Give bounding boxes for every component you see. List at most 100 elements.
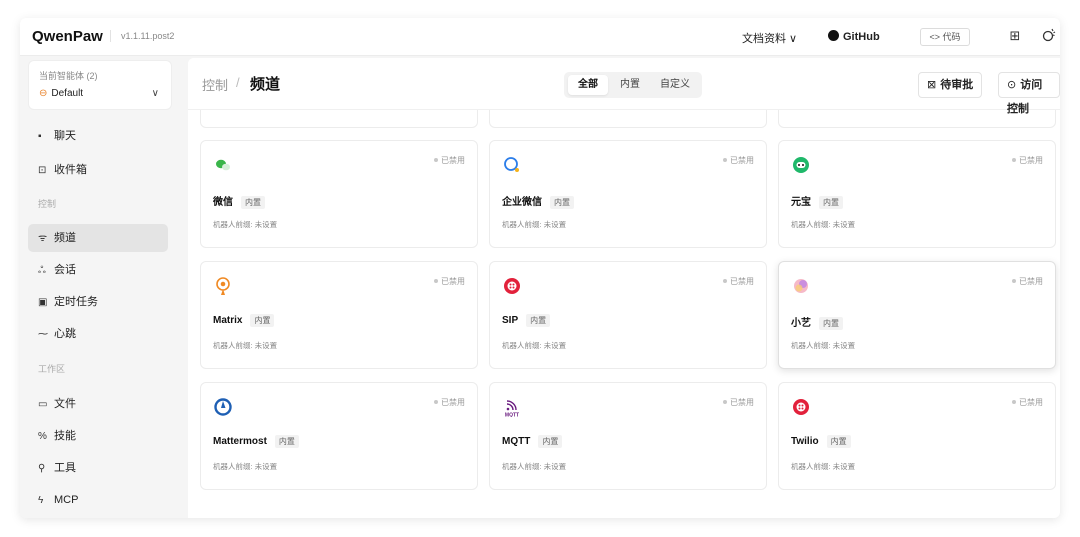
sidebar-item-label: 技能 — [54, 430, 76, 442]
sidebar-item-files[interactable]: ▭ 文件 — [28, 390, 168, 418]
status-dot — [434, 400, 438, 404]
builtin-tag: 内置 — [819, 317, 843, 330]
theme-toggle-icon[interactable] — [1040, 27, 1058, 45]
channel-name: 小艺 内置 — [791, 314, 843, 330]
wechat-icon — [213, 155, 233, 175]
status-badge: 已禁用 — [723, 155, 754, 166]
status-text: 已禁用 — [1019, 277, 1043, 286]
layout-toggle-icon[interactable]: ⊞ — [1006, 27, 1024, 45]
builtin-tag: 内置 — [526, 314, 551, 327]
sidebar-item-skills[interactable]: % 技能 — [28, 422, 168, 450]
sidebar-item-channels[interactable]: ᯤ 频道 — [28, 224, 168, 252]
code-button[interactable]: <> 代码 — [920, 28, 970, 46]
channel-name-text: 微信 — [213, 197, 233, 208]
channel-card[interactable]: 已禁用 Twilio 内置 机器人前缀: 未设置 — [778, 382, 1056, 490]
xiaoyi-icon — [791, 276, 811, 296]
mqtt-icon: MQTT — [502, 397, 522, 419]
channel-card[interactable]: MQTT 已禁用 MQTT 内置 机器人前缀: 未设置 — [489, 382, 767, 490]
tab-builtin[interactable]: 内置 — [610, 75, 650, 95]
builtin-tag: 内置 — [250, 314, 275, 327]
status-badge: 已禁用 — [434, 155, 465, 166]
sidebar-item-chat[interactable]: ▪ 聊天 — [28, 122, 168, 150]
builtin-tag: 内置 — [241, 196, 265, 209]
status-dot — [723, 400, 727, 404]
sidebar-item-label: 定时任务 — [54, 296, 98, 308]
status-badge: 已禁用 — [434, 276, 465, 287]
sidebar-group-control: 控制 — [38, 199, 57, 209]
sidebar-item-sessions[interactable]: ஃ 会话 — [28, 256, 168, 284]
clipboard-icon: ⊠ — [927, 79, 937, 91]
sidebar-group-workspace: 工作区 — [38, 364, 66, 374]
twilio-icon — [791, 397, 811, 417]
chat-icon: ▪ — [38, 131, 42, 142]
docs-menu[interactable]: 文档资料 ∨ — [742, 30, 797, 46]
pending-label: 待审批 — [940, 79, 974, 91]
channel-name-text: Mattermost — [213, 436, 267, 447]
channel-name-text: Matrix — [213, 315, 243, 326]
channel-name-text: Twilio — [791, 436, 819, 447]
status-dot — [723, 279, 727, 283]
sidebar-item-inbox[interactable]: ⊡ 收件箱 — [28, 156, 168, 184]
channel-card[interactable]: 已禁用 小艺 内置 机器人前缀: 未设置 — [778, 261, 1056, 369]
matrix-icon — [213, 276, 233, 296]
status-badge: 已禁用 — [1012, 155, 1043, 166]
builtin-tag: 内置 — [826, 435, 851, 448]
bot-prefix-text: 机器人前缀: 未设置 — [791, 220, 856, 229]
status-text: 已禁用 — [1019, 156, 1043, 165]
tab-all[interactable]: 全部 — [568, 75, 608, 95]
tab-custom[interactable]: 自定义 — [652, 75, 698, 95]
agent-selector[interactable]: 当前智能体 (2) ⊖ Default ∨ — [28, 60, 172, 110]
skills-icon: % — [38, 431, 47, 442]
breadcrumb-parent[interactable]: 控制 — [202, 75, 228, 94]
bot-prefix-text: 机器人前缀: 未设置 — [213, 220, 278, 229]
channel-card[interactable]: 已禁用 企业微信 内置 机器人前缀: 未设置 — [489, 140, 767, 248]
status-dot — [1012, 279, 1016, 283]
page-header: 控制 / 频道 全部 内置 自定义 ⊠ 待审批 ⊙ 访问控制 — [188, 58, 1060, 115]
status-dot — [723, 158, 727, 162]
access-control-button[interactable]: ⊙ 访问控制 — [998, 72, 1060, 115]
status-badge: 已禁用 — [1012, 397, 1043, 408]
channel-card[interactable]: 已禁用 元宝 内置 机器人前缀: 未设置 — [778, 140, 1056, 248]
bot-icon: ⊖ — [39, 88, 48, 99]
channel-card[interactable]: 已禁用 Matrix 内置机器人前缀: 未设置 — [200, 261, 478, 369]
status-dot — [434, 279, 438, 283]
app-window: QwenPaw v1.1.11.post2 文档资料 ∨ GitHub <> 代… — [20, 18, 1060, 518]
channel-name: Matrix 内置 — [213, 314, 275, 327]
bot-prefix-text: 机器人前缀: 未设置 — [213, 341, 278, 350]
channel-name: 企业微信 内置 — [502, 193, 574, 209]
sidebar-item-label: 工具 — [54, 462, 76, 474]
page-title: 频道 — [250, 76, 281, 93]
channel-card[interactable]: 已禁用 Mattermost 内置 机器人前缀: 未设置 — [200, 382, 478, 490]
status-text: 已禁用 — [730, 156, 754, 165]
channel-name-text: MQTT — [502, 436, 531, 447]
github-link[interactable]: GitHub — [828, 30, 880, 43]
channel-name: MQTT 内置 — [502, 435, 563, 448]
sidebar-item-cron[interactable]: ▣ 定时任务 — [28, 288, 168, 316]
status-text: 已禁用 — [441, 398, 465, 407]
sidebar-item-tools[interactable]: ⚲ 工具 — [28, 454, 168, 482]
wrench-icon: ⚲ — [38, 463, 46, 474]
sidebar-item-mcp[interactable]: ϟ MCP — [28, 486, 168, 514]
shield-icon: ⊙ — [1007, 79, 1017, 91]
channel-name-text: SIP — [502, 315, 519, 326]
sidebar-item-heartbeat[interactable]: ⁓ 心跳 — [28, 320, 168, 348]
status-badge: 已禁用 — [1012, 276, 1043, 287]
agent-name: Default — [51, 88, 84, 99]
brand-logo[interactable]: QwenPaw — [32, 28, 103, 45]
builtin-tag: 内置 — [819, 196, 843, 209]
sidebar-item-label: 文件 — [54, 398, 76, 410]
status-badge: 已禁用 — [434, 397, 465, 408]
status-text: 已禁用 — [730, 277, 754, 286]
agent-value: ⊖ Default — [39, 88, 83, 99]
bot-prefix-text: 机器人前缀: 未设置 — [502, 341, 567, 350]
channel-name: 微信 内置 — [213, 193, 265, 209]
status-badge: 已禁用 — [723, 397, 754, 408]
plug-icon: ϟ — [38, 495, 44, 506]
top-bar: QwenPaw v1.1.11.post2 文档资料 ∨ GitHub <> 代… — [20, 18, 1060, 56]
status-text: 已禁用 — [1019, 398, 1043, 407]
sidebar-item-label: 收件箱 — [54, 164, 87, 176]
github-icon — [828, 30, 839, 41]
channel-card[interactable]: 已禁用微信 内置机器人前缀: 未设置 — [200, 140, 478, 248]
channel-card[interactable]: 已禁用 SIP 内置机器人前缀: 未设置 — [489, 261, 767, 369]
pending-approval-button[interactable]: ⊠ 待审批 — [918, 72, 983, 98]
